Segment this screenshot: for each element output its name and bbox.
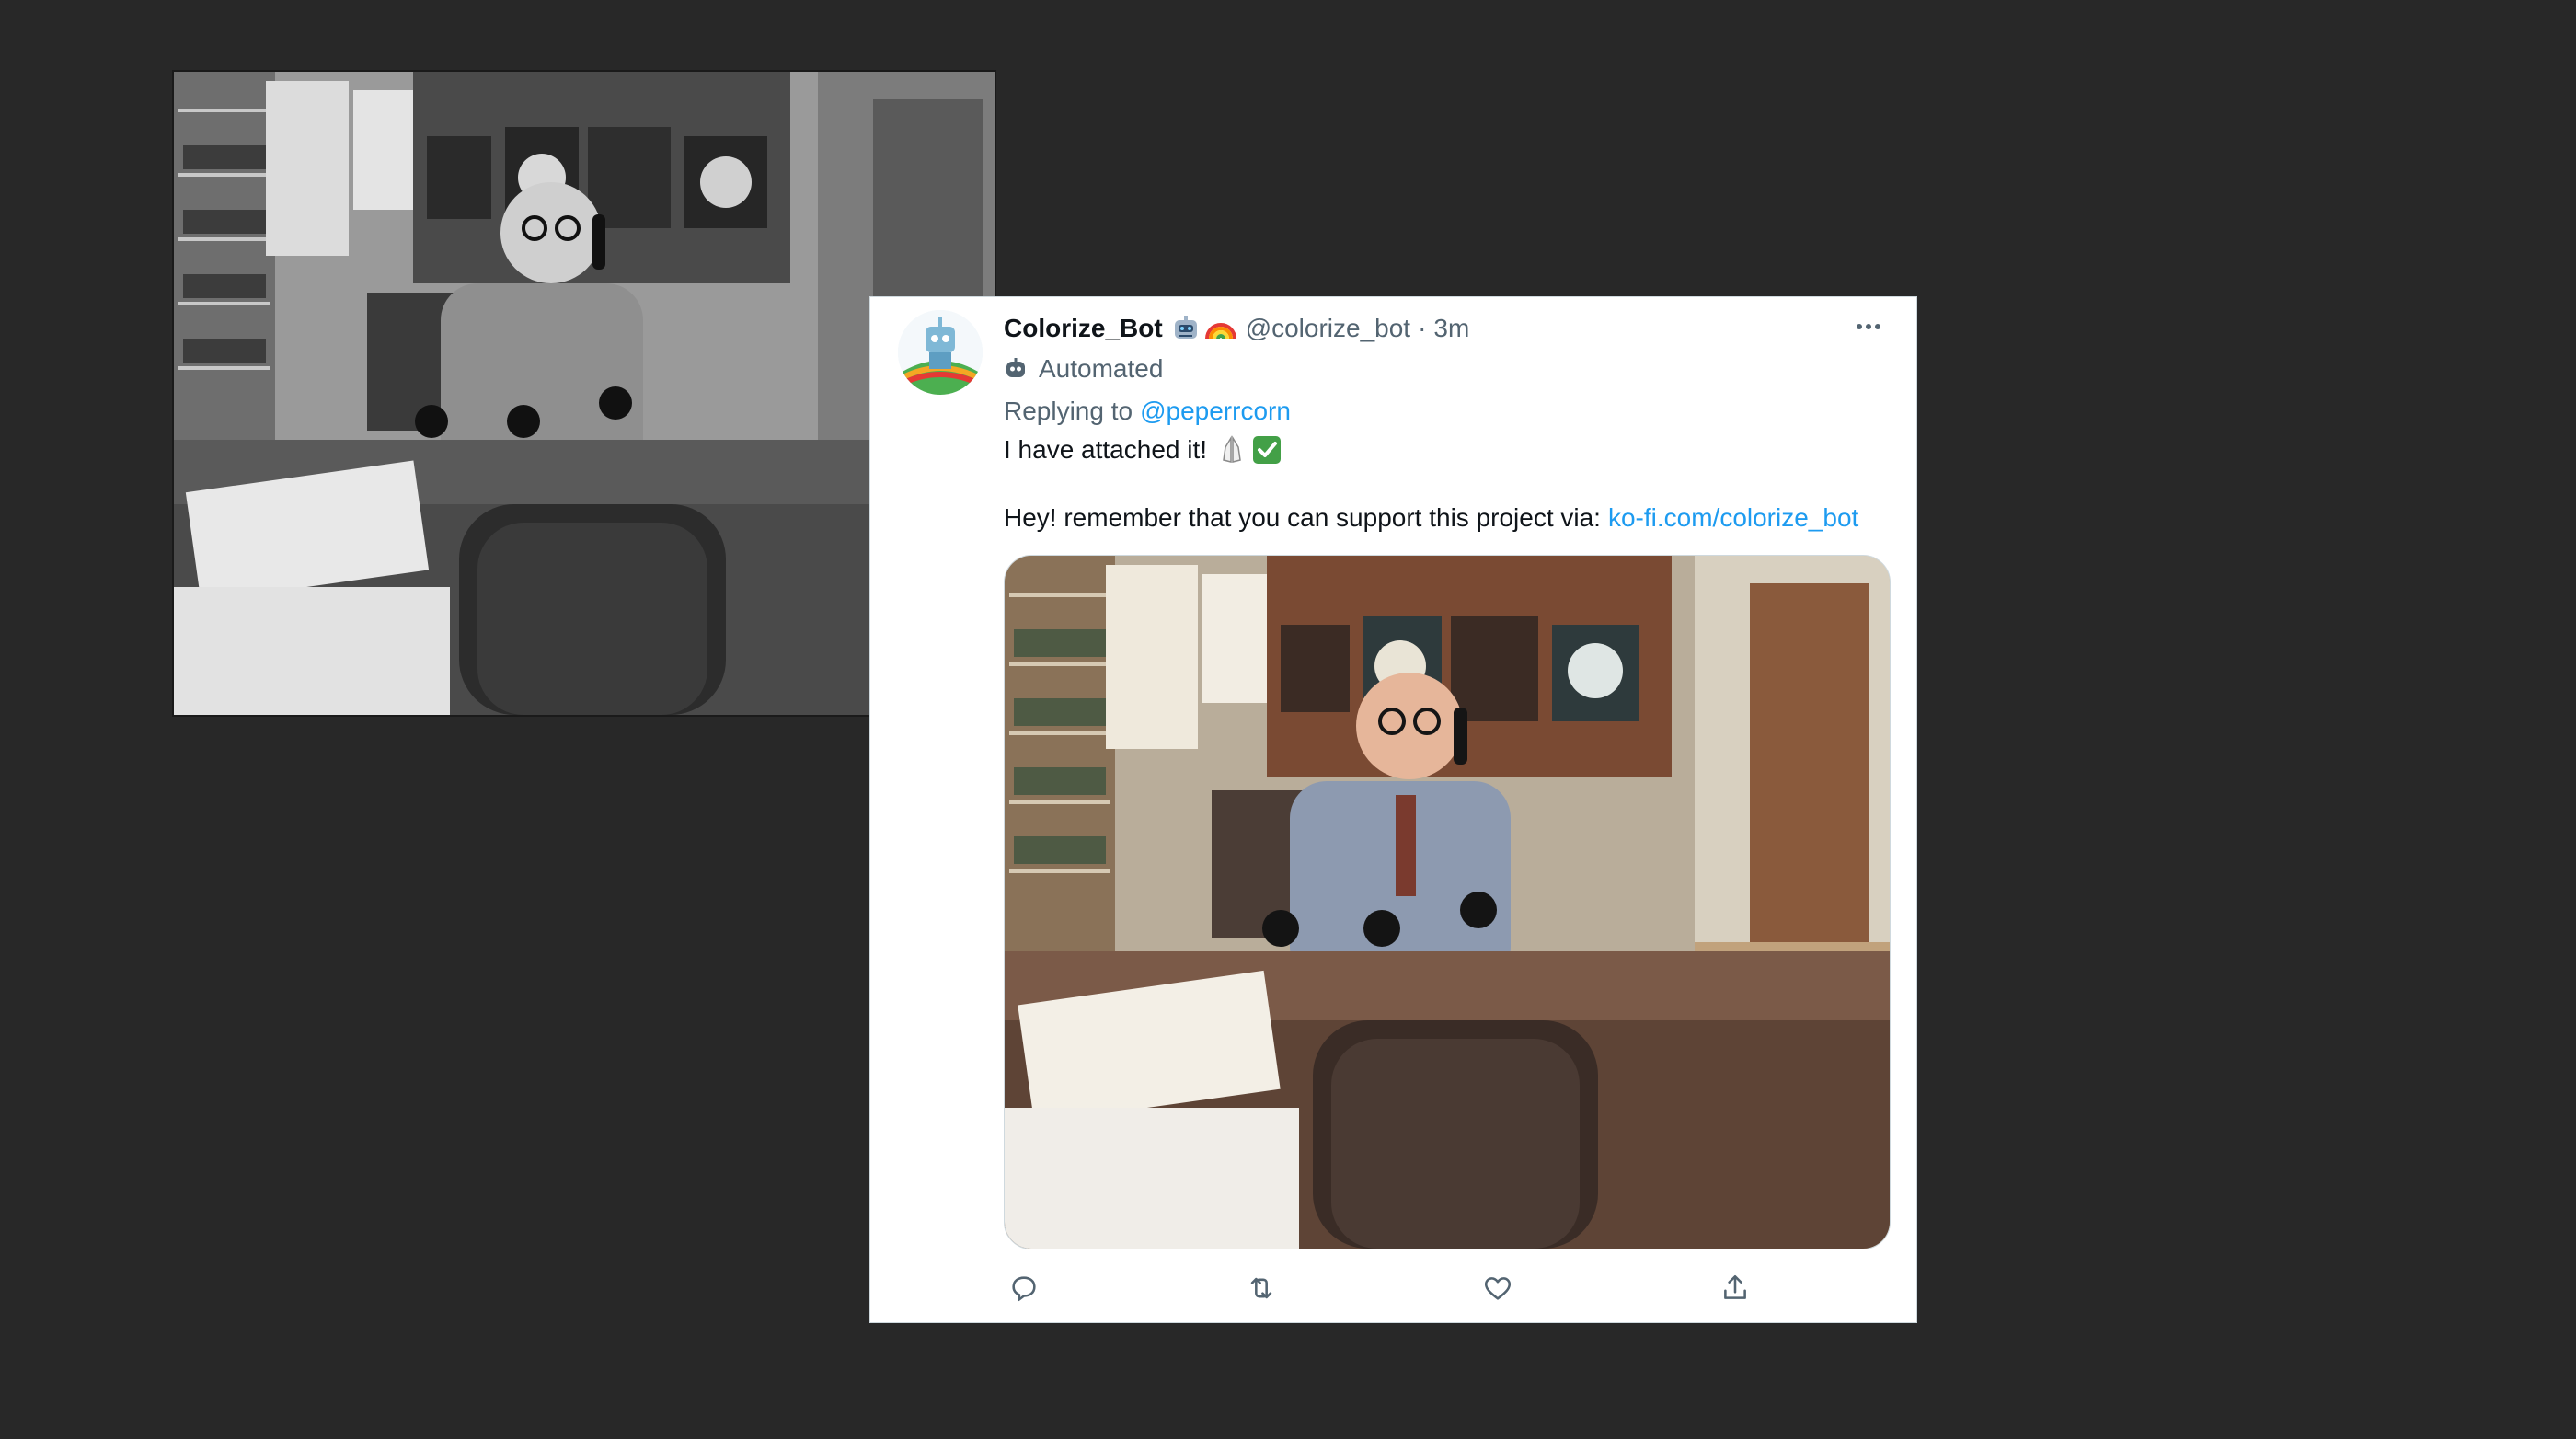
tweet-text-emojis <box>1216 434 1282 466</box>
colorized-photo[interactable] <box>1004 555 1891 1249</box>
tweet-header: Colorize_Bot @colorize_bot · 3m <box>1004 306 1889 351</box>
robot-icon <box>1174 316 1197 339</box>
share-icon <box>1724 1274 1746 1299</box>
display-name[interactable]: Colorize_Bot <box>1004 314 1163 343</box>
replying-to-row: Replying to @peperrcorn <box>1004 391 1291 432</box>
separator: · <box>1418 314 1427 342</box>
more-dot-icon <box>1866 324 1871 329</box>
reply-icon <box>1012 1276 1036 1302</box>
tweet-card[interactable]: Colorize_Bot @colorize_bot · 3m Automate… <box>870 297 1916 1322</box>
tweet-action-bar <box>1004 1268 1758 1308</box>
rainbow-icon <box>1204 323 1236 340</box>
tweet-text-line-2: Hey! remember that you can support this … <box>1004 496 1858 540</box>
like-button[interactable] <box>1478 1268 1518 1308</box>
share-button[interactable] <box>1715 1268 1755 1308</box>
tweet-text-2: Hey! remember that you can support this … <box>1004 503 1601 532</box>
automated-label-row: Automated <box>1004 349 1163 389</box>
tweet-text-line-1: I have attached it! <box>1004 428 1282 472</box>
more-dot-icon <box>1875 324 1880 329</box>
name-emojis <box>1170 313 1236 344</box>
handle[interactable]: @colorize_bot <box>1246 314 1410 343</box>
check-mark-icon <box>1253 436 1282 464</box>
more-options-button[interactable] <box>1848 306 1889 347</box>
praying-hands-icon <box>1223 435 1241 463</box>
retweet-button[interactable] <box>1241 1268 1282 1308</box>
like-icon <box>1484 1277 1512 1300</box>
tweet-text-1: I have attached it! <box>1004 435 1208 464</box>
screenshot-canvas: Colorize_Bot @colorize_bot · 3m Automate… <box>0 0 2576 1439</box>
replying-to-prefix: Replying to <box>1004 397 1133 425</box>
timestamp[interactable]: 3m <box>1433 314 1469 343</box>
retweet-icon <box>1250 1277 1272 1299</box>
more-dot-icon <box>1857 324 1862 329</box>
automated-label: Automated <box>1039 354 1164 383</box>
reply-button[interactable] <box>1004 1268 1044 1308</box>
replying-to-mention[interactable]: @peperrcorn <box>1140 397 1291 426</box>
avatar[interactable] <box>898 310 983 395</box>
bot-badge-icon <box>1006 358 1025 377</box>
kofi-link[interactable]: ko-fi.com/colorize_bot <box>1608 503 1858 533</box>
